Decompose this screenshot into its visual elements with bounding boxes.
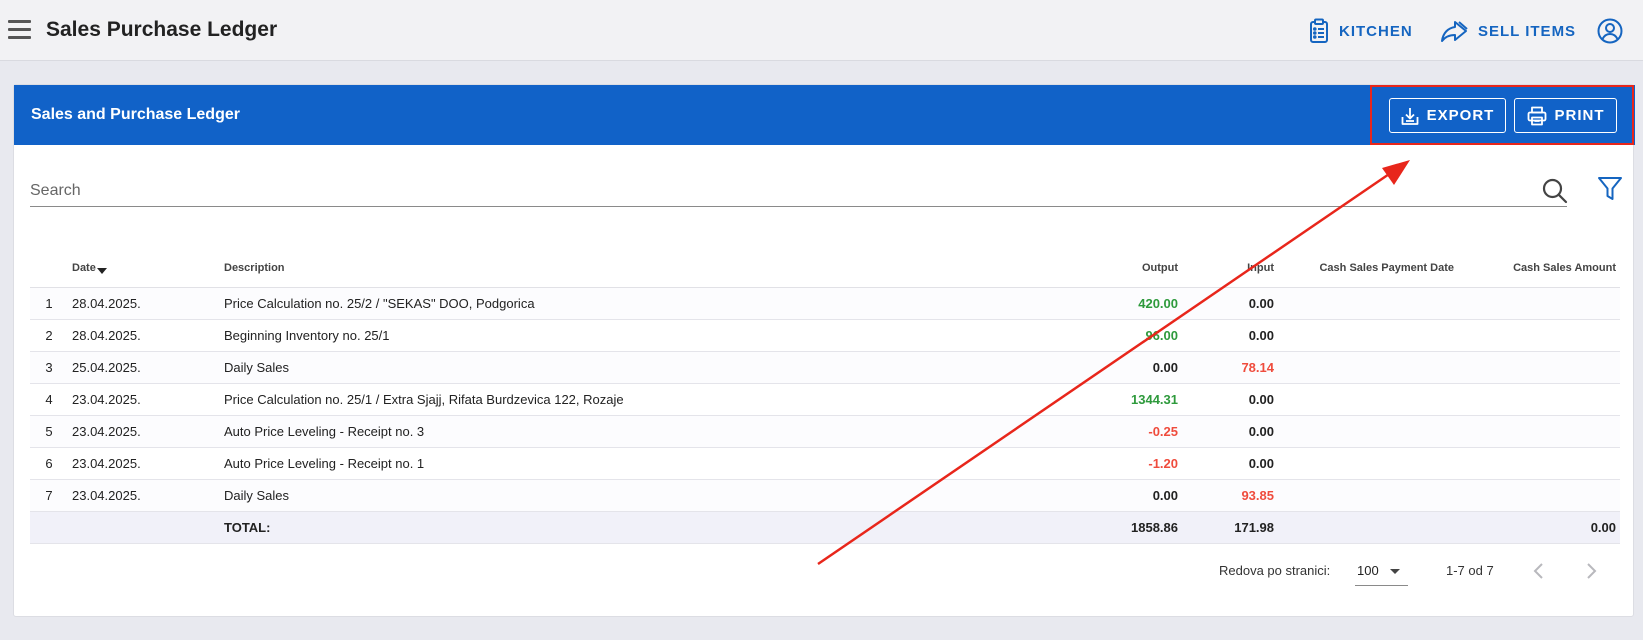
search-icon[interactable] bbox=[1541, 177, 1569, 205]
page-title: Sales Purchase Ledger bbox=[46, 18, 278, 41]
row-input: 0.00 bbox=[1182, 447, 1278, 480]
table-row[interactable]: 5 23.04.2025. Auto Price Leveling - Rece… bbox=[30, 415, 1620, 448]
row-input: 0.00 bbox=[1182, 287, 1278, 320]
total-row: TOTAL: 1858.86 171.98 0.00 bbox=[30, 511, 1620, 544]
column-header-input: Input bbox=[1182, 250, 1278, 288]
total-cash-amount: 0.00 bbox=[1458, 511, 1620, 544]
row-date: 28.04.2025. bbox=[68, 319, 220, 352]
next-page-button[interactable] bbox=[1579, 561, 1603, 581]
table-row[interactable]: 4 23.04.2025. Price Calculation no. 25/1… bbox=[30, 383, 1620, 416]
row-description: Price Calculation no. 25/1 / Extra Sjajj… bbox=[220, 383, 1082, 416]
row-description: Auto Price Leveling - Receipt no. 1 bbox=[220, 447, 1082, 480]
row-date: 23.04.2025. bbox=[68, 383, 220, 416]
clipboard-list-icon bbox=[1310, 18, 1328, 43]
table-row[interactable]: 1 28.04.2025. Price Calculation no. 25/2… bbox=[30, 287, 1620, 320]
search-input[interactable] bbox=[30, 177, 1510, 205]
row-output: -0.25 bbox=[1082, 415, 1182, 448]
row-index: 1 bbox=[30, 287, 68, 320]
chevron-left-icon bbox=[1533, 563, 1543, 579]
highlight-box bbox=[1370, 85, 1634, 145]
kitchen-button[interactable]: KITCHEN bbox=[1309, 17, 1413, 45]
share-forward-icon bbox=[1441, 21, 1468, 42]
row-cash-date bbox=[1278, 287, 1458, 320]
row-input: 93.85 bbox=[1182, 479, 1278, 512]
sell-items-label: SELL ITEMS bbox=[1478, 22, 1577, 40]
rows-per-page-value: 100 bbox=[1357, 563, 1379, 578]
total-output: 1858.86 bbox=[1082, 511, 1182, 544]
column-header-date[interactable]: Date bbox=[68, 250, 220, 288]
column-header-description: Description bbox=[220, 250, 1082, 288]
table-header-row: Date Description Output Input Cash Sales… bbox=[30, 250, 1620, 288]
row-cash-date bbox=[1278, 447, 1458, 480]
row-index: 7 bbox=[30, 479, 68, 512]
row-description: Daily Sales bbox=[220, 479, 1082, 512]
row-cash-amount bbox=[1458, 447, 1620, 480]
column-header-cash-sales-amount: Cash Sales Amount bbox=[1458, 250, 1620, 288]
filter-icon[interactable] bbox=[1597, 175, 1623, 203]
sort-descending-icon bbox=[96, 268, 107, 275]
search-field bbox=[30, 177, 1567, 207]
row-output: 420.00 bbox=[1082, 287, 1182, 320]
column-header-cash-sales-payment-date: Cash Sales Payment Date bbox=[1278, 250, 1458, 288]
app-bar: Sales Purchase Ledger KITCHEN SELL ITEMS bbox=[0, 0, 1643, 61]
card-title: Sales and Purchase Ledger bbox=[31, 106, 240, 123]
row-cash-date bbox=[1278, 351, 1458, 384]
ledger-table: Date Description Output Input Cash Sales… bbox=[30, 250, 1620, 544]
chevron-right-icon bbox=[1587, 563, 1597, 579]
hamburger-menu-icon[interactable] bbox=[8, 20, 31, 40]
row-output: 1344.31 bbox=[1082, 383, 1182, 416]
row-date: 23.04.2025. bbox=[68, 447, 220, 480]
row-index: 2 bbox=[30, 319, 68, 352]
row-index: 5 bbox=[30, 415, 68, 448]
row-cash-amount bbox=[1458, 319, 1620, 352]
kitchen-label: KITCHEN bbox=[1339, 22, 1413, 40]
row-description: Daily Sales bbox=[220, 351, 1082, 384]
row-cash-amount bbox=[1458, 287, 1620, 320]
row-index: 6 bbox=[30, 447, 68, 480]
row-input: 0.00 bbox=[1182, 319, 1278, 352]
table-row[interactable]: 7 23.04.2025. Daily Sales 0.00 93.85 bbox=[30, 479, 1620, 512]
row-cash-amount bbox=[1458, 351, 1620, 384]
row-cash-amount bbox=[1458, 479, 1620, 512]
row-date: 23.04.2025. bbox=[68, 415, 220, 448]
total-input: 171.98 bbox=[1182, 511, 1278, 544]
pagination-range: 1-7 od 7 bbox=[1446, 563, 1494, 578]
row-output: 0.00 bbox=[1082, 351, 1182, 384]
caret-down-icon bbox=[1390, 569, 1400, 574]
rows-per-page-select[interactable]: 100 bbox=[1355, 555, 1408, 586]
column-header-output: Output bbox=[1082, 250, 1182, 288]
row-cash-amount bbox=[1458, 383, 1620, 416]
row-cash-date bbox=[1278, 415, 1458, 448]
row-date: 23.04.2025. bbox=[68, 479, 220, 512]
table-row[interactable]: 2 28.04.2025. Beginning Inventory no. 25… bbox=[30, 319, 1620, 352]
row-index: 4 bbox=[30, 383, 68, 416]
row-input: 78.14 bbox=[1182, 351, 1278, 384]
row-cash-amount bbox=[1458, 415, 1620, 448]
row-description: Auto Price Leveling - Receipt no. 3 bbox=[220, 415, 1082, 448]
row-index: 3 bbox=[30, 351, 68, 384]
date-header-label: Date bbox=[72, 262, 96, 275]
table-row[interactable]: 3 25.04.2025. Daily Sales 0.00 78.14 bbox=[30, 351, 1620, 384]
row-cash-date bbox=[1278, 319, 1458, 352]
row-cash-date bbox=[1278, 383, 1458, 416]
previous-page-button[interactable] bbox=[1527, 561, 1551, 581]
rows-per-page-label: Redova po stranici: bbox=[1219, 563, 1331, 578]
row-cash-date bbox=[1278, 479, 1458, 512]
row-date: 28.04.2025. bbox=[68, 287, 220, 320]
ledger-card: Sales and Purchase Ledger EXPORT PRINT S… bbox=[13, 84, 1635, 617]
row-input: 0.00 bbox=[1182, 383, 1278, 416]
row-description: Beginning Inventory no. 25/1 bbox=[220, 319, 1082, 352]
total-label: TOTAL: bbox=[220, 511, 1082, 544]
row-description: Price Calculation no. 25/2 / "SEKAS" DOO… bbox=[220, 287, 1082, 320]
sell-items-button[interactable]: SELL ITEMS bbox=[1440, 17, 1576, 45]
row-date: 25.04.2025. bbox=[68, 351, 220, 384]
user-account-icon[interactable] bbox=[1597, 18, 1623, 44]
table-row[interactable]: 6 23.04.2025. Auto Price Leveling - Rece… bbox=[30, 447, 1620, 480]
row-output: 0.00 bbox=[1082, 479, 1182, 512]
row-output: -1.20 bbox=[1082, 447, 1182, 480]
row-output: 96.00 bbox=[1082, 319, 1182, 352]
row-input: 0.00 bbox=[1182, 415, 1278, 448]
